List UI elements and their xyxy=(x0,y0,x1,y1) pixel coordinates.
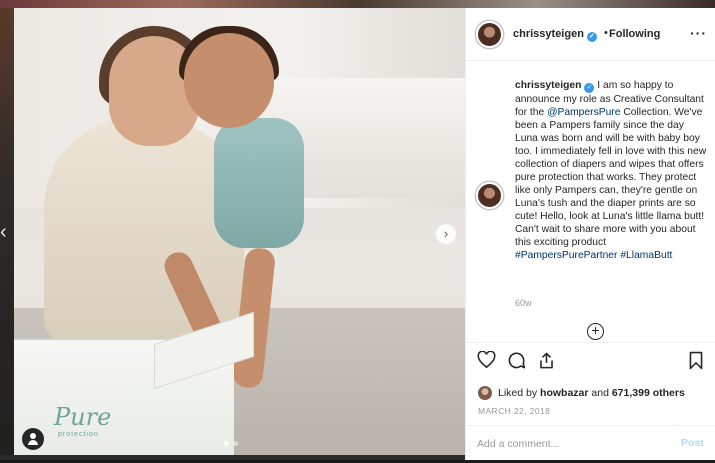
comments-area: chrissyteigen ✓ I am so happy to announce… xyxy=(466,62,715,342)
post-comment-button[interactable]: Post xyxy=(681,437,704,449)
carousel-dots xyxy=(224,441,238,446)
caption-username[interactable]: chrissyteigen xyxy=(515,80,581,91)
post-date[interactable]: MARCH 22, 2018 xyxy=(478,406,550,416)
post-age[interactable]: 60w xyxy=(515,298,532,308)
box-brand-text: Pure xyxy=(54,403,112,431)
comment-input[interactable] xyxy=(477,435,667,453)
like-heart-icon[interactable] xyxy=(477,351,496,368)
carousel-dot xyxy=(233,441,238,446)
verified-badge-icon: ✓ xyxy=(584,83,595,93)
tagged-users-icon[interactable] xyxy=(22,428,44,450)
comment-bubble-icon[interactable] xyxy=(507,351,526,370)
toddler xyxy=(214,118,304,248)
post-photo[interactable]: Pure protection › xyxy=(14,8,465,455)
likes-summary: Liked by howbazar and 671,399 others xyxy=(498,387,685,399)
post-actions: Liked by howbazar and 671,399 others MAR… xyxy=(466,342,715,462)
following-button[interactable]: Following xyxy=(609,28,660,40)
caption-text: Collection. We've been a Pampers family … xyxy=(515,107,707,248)
verified-badge-icon: ✓ xyxy=(586,32,597,42)
liker-username[interactable]: howbazar xyxy=(540,387,588,399)
post-header: chrissyteigen ✓ • Following ··· xyxy=(466,8,715,61)
hashtag-link[interactable]: #PampersPurePartner xyxy=(515,250,617,261)
bookmark-icon[interactable] xyxy=(688,351,704,370)
comment-bar: Post xyxy=(466,425,715,463)
separator-bullet: • xyxy=(604,27,608,39)
hashtag-link[interactable]: #LlamaButt xyxy=(620,250,672,261)
avatar[interactable] xyxy=(478,386,492,400)
post-caption: chrissyteigen ✓ I am so happy to announce… xyxy=(515,79,707,262)
avatar[interactable] xyxy=(476,21,503,48)
share-icon[interactable] xyxy=(537,351,556,370)
post-side-panel: chrissyteigen ✓ • Following ··· chrissyte… xyxy=(465,8,715,460)
post-modal: ‹ Pure protection › chrissyteigen ✓ • Fo… xyxy=(0,0,715,460)
header-username[interactable]: chrissyteigen xyxy=(513,28,584,40)
previous-post-arrow[interactable]: ‹ xyxy=(0,222,7,242)
likes-count-link[interactable]: 671,399 others xyxy=(612,387,685,399)
box-sub-text: protection xyxy=(58,431,99,438)
backdrop xyxy=(0,0,715,8)
next-image-button[interactable]: › xyxy=(436,224,456,244)
avatar[interactable] xyxy=(476,182,503,209)
more-options-icon[interactable]: ··· xyxy=(690,25,707,41)
mention-link[interactable]: @PampersPure xyxy=(547,107,620,118)
load-more-comments-icon[interactable]: + xyxy=(587,323,604,340)
carousel-dot xyxy=(224,441,229,446)
